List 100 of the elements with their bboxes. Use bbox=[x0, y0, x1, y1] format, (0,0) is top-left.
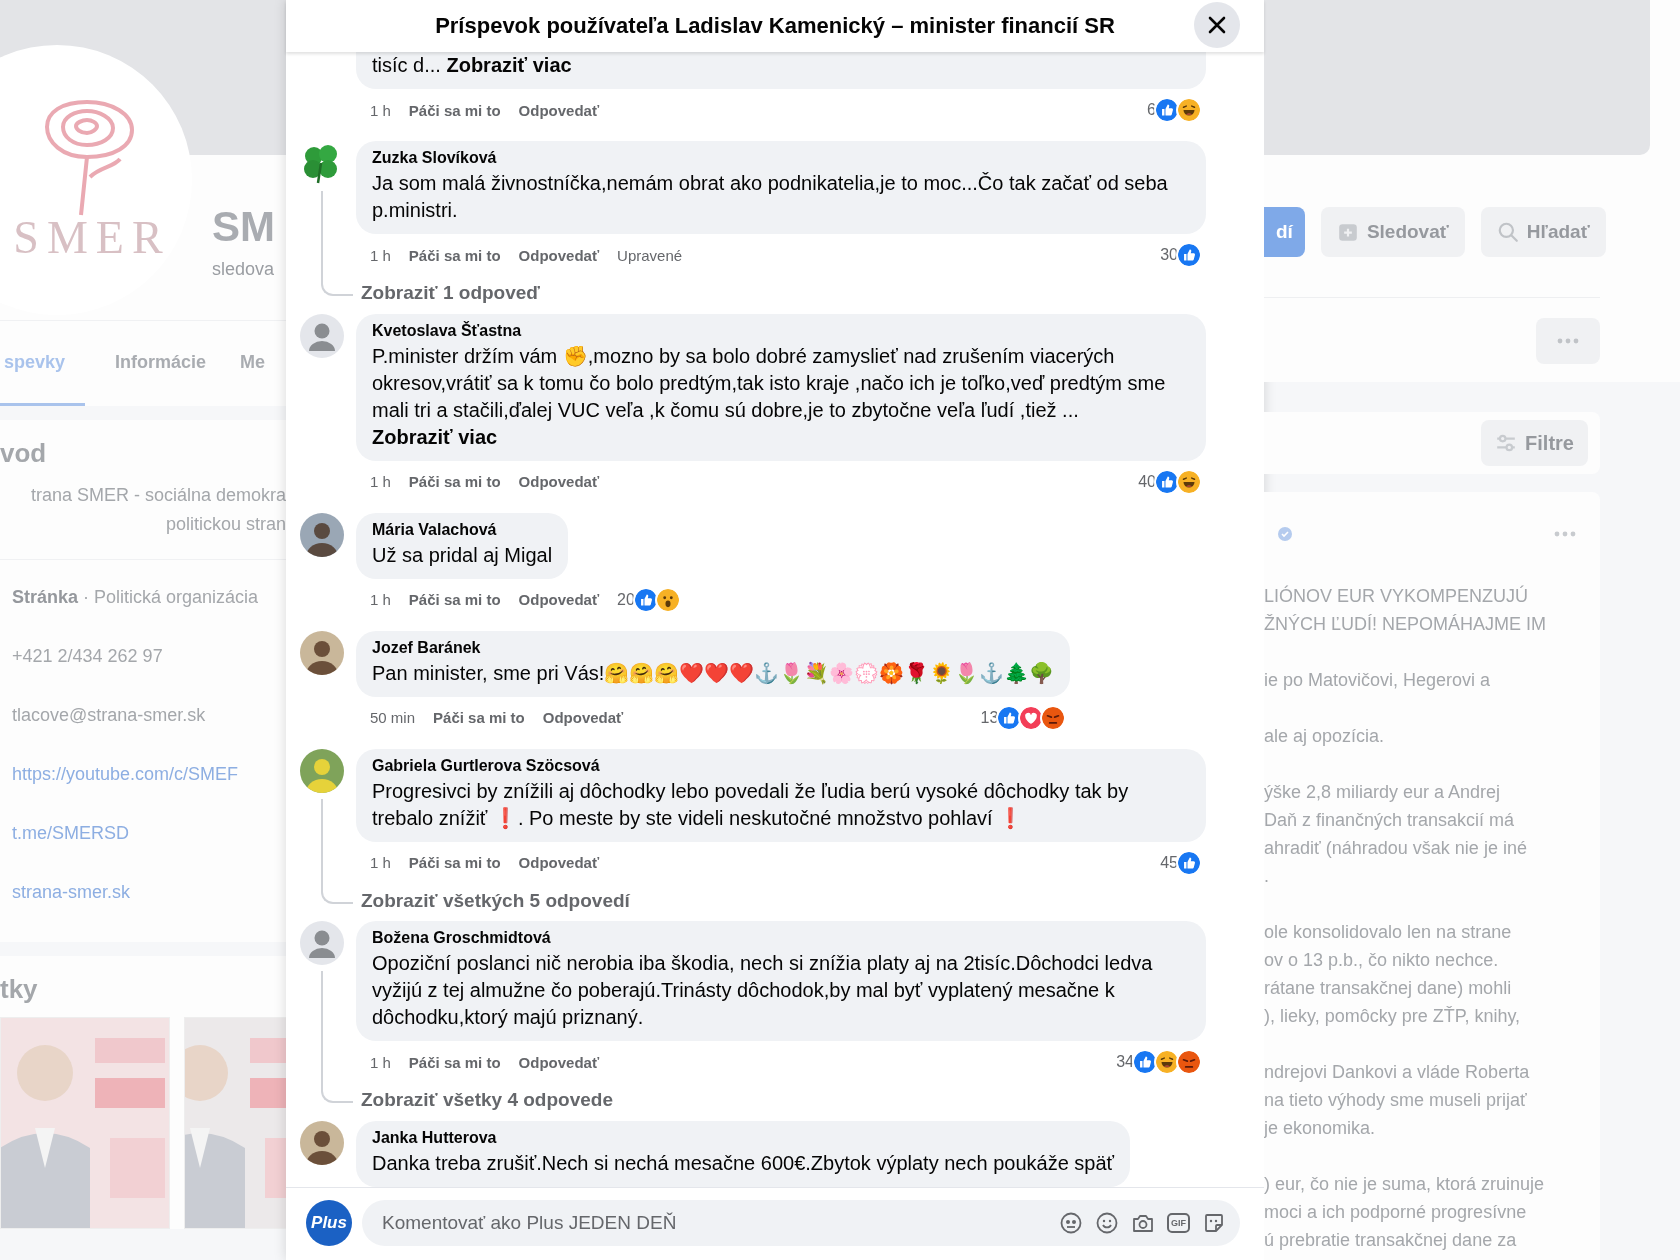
comment-time[interactable]: 1 h bbox=[370, 246, 391, 264]
followers-text: sledova bbox=[212, 259, 275, 280]
avatar-sticker-icon[interactable] bbox=[1059, 1211, 1083, 1235]
commenter-name[interactable]: Mária Valachová bbox=[372, 520, 553, 539]
reaction-count[interactable]: 6 bbox=[1147, 101, 1156, 119]
post-text: ahradiť (náhradou však nie je iné bbox=[1264, 837, 1528, 860]
angry-reaction-icon bbox=[1176, 1049, 1202, 1076]
view-replies-link[interactable]: Zobraziť všetky 4 odpovede bbox=[361, 1089, 613, 1112]
surprised-reaction-icon bbox=[654, 586, 681, 613]
comment-text: P.minister držím vám ✊,mozno by sa bolo dobré zamyslieť nad zrušením viacerých okresov,vrátiť sa k tomu čo bolo predtým,tak isto kraje ,načo ich je toľko,veď predtým sme mali tri a stačili,ďalej VUC veľa ,k čomu sú dobre,je to zbytočne veľa ľudí ,tiež ... Zobraziť viac bbox=[372, 343, 1167, 450]
commenter-name[interactable]: Božena Groschmidtová bbox=[372, 929, 1190, 948]
like-link[interactable]: Páči sa mi to bbox=[433, 709, 525, 727]
sticker-icon[interactable] bbox=[1202, 1211, 1226, 1235]
info-text: +421 2/434 262 97 bbox=[12, 645, 164, 668]
reaction-count[interactable]: 30 bbox=[1160, 246, 1178, 264]
avatar-icon[interactable] bbox=[300, 1121, 344, 1165]
post-text: ŽNÝCH ĽUDÍ! NEPOMÁHAJME IM bbox=[1264, 613, 1548, 636]
like-link[interactable]: Páči sa mi to bbox=[408, 854, 501, 872]
post-text: ale aj opozícia. bbox=[1264, 725, 1386, 748]
post-text: . bbox=[1264, 865, 1270, 888]
post-text: ie po Matovičovi, Hegerovi a bbox=[1264, 669, 1492, 692]
reply-link[interactable]: Odpovedať bbox=[518, 473, 600, 491]
reply-link[interactable]: Odpovedať bbox=[518, 1053, 600, 1071]
reaction-count[interactable]: 34 bbox=[1116, 1053, 1134, 1072]
view-replies-link[interactable]: Zobraziť všetkých 5 odpovedí bbox=[361, 889, 630, 912]
comment-text: Danka treba zrušiť.Nech si nechá mesačne 600€.Zbytok výplaty nech poukáže späť bbox=[372, 1151, 1115, 1176]
dialog-title: Príspevok používateľa Ladislav Kamenický – minister financií SR bbox=[434, 11, 1116, 39]
post-text: moci a ich podporné progresívne bbox=[1264, 1201, 1528, 1224]
sliders-icon bbox=[1495, 432, 1518, 454]
post-text: ole konsolidovalo len na strane bbox=[1264, 921, 1513, 944]
verified-icon bbox=[1278, 527, 1292, 541]
reply-link[interactable]: Odpovedať bbox=[518, 101, 600, 119]
avatar-icon[interactable] bbox=[300, 630, 344, 675]
gif-button[interactable]: GIF bbox=[1167, 1213, 1190, 1233]
laughing-reaction-icon bbox=[1154, 1049, 1180, 1076]
like-reaction-icon bbox=[632, 586, 659, 613]
post-text: ), lieky, pomôcky pre ZŤP, knihy, bbox=[1264, 1005, 1522, 1028]
reply-link[interactable]: Odpovedať bbox=[518, 246, 600, 264]
intro-text: trana SMER - sociálna demokra bbox=[30, 484, 286, 507]
close-icon bbox=[1207, 15, 1227, 35]
comment-text: Progresivci by znížili aj dôchodky lebo povedali že ľudia berú vysoké dôchodky tak by trebalo znížiť ❗. Po meste by ste videli neskutočné množstvo pohlaví ❗ bbox=[372, 778, 1130, 831]
emoji-icon[interactable] bbox=[1095, 1211, 1119, 1235]
comment-text: Pan minister, sme pri Vás!🤗🤗🤗❤❤❤⚓🌷💐🌸💮🏵🌹🌻🌷⚓🌲🌳 bbox=[372, 660, 1055, 687]
post-text: Daň z finančných transakcií má bbox=[1264, 809, 1516, 832]
edited-label: Upravené bbox=[617, 246, 683, 264]
like-link[interactable]: Páči sa mi to bbox=[408, 591, 501, 609]
like-reaction-icon bbox=[1176, 849, 1202, 876]
post-text: je ekonomika. bbox=[1264, 1117, 1377, 1140]
post-text: LIÓNOV EUR VYKOMPENZUJÚ bbox=[1264, 584, 1530, 608]
like-reaction-icon bbox=[1154, 97, 1180, 123]
like-reaction-icon bbox=[1176, 242, 1202, 268]
reaction-count[interactable]: 45 bbox=[1160, 853, 1178, 872]
post-text: ýške 2,8 miliardy eur a Andrej bbox=[1264, 781, 1502, 804]
search-icon bbox=[1496, 221, 1519, 243]
section-title: vod bbox=[0, 437, 48, 470]
comment-time[interactable]: 50 min bbox=[370, 709, 416, 727]
post-text: rátane transakčnej dane) mohli bbox=[1264, 977, 1513, 1000]
reaction-count[interactable]: 20 bbox=[617, 590, 635, 609]
post-text: ) eur, čo nie je suma, ktorá zruinuje bbox=[1264, 1173, 1546, 1196]
avatar-icon[interactable] bbox=[300, 512, 344, 557]
reply-link[interactable]: Odpovedať bbox=[518, 854, 600, 872]
see-more-link[interactable]: Zobraziť viac bbox=[372, 425, 498, 448]
angry-reaction-icon bbox=[1040, 704, 1067, 731]
commenter-name[interactable]: Janka Hutterova bbox=[372, 1129, 1115, 1147]
post-text: ú prebratie transakčnej dane za bbox=[1264, 1229, 1518, 1252]
laughing-reaction-icon bbox=[1176, 97, 1202, 123]
comment-time[interactable]: 1 h bbox=[370, 101, 391, 119]
logo-text: SMER bbox=[13, 210, 171, 264]
page-name: SM bbox=[212, 203, 275, 251]
like-link[interactable]: Páči sa mi to bbox=[408, 473, 501, 491]
like-reaction-icon bbox=[1154, 468, 1180, 495]
like-reaction-icon bbox=[1132, 1049, 1158, 1076]
comment-text: Ja som malá živnostníčka,nemám obrat ako podnikatelia,je to moc...Čo tak začať od seba p.ministri. bbox=[372, 171, 1169, 223]
commenter-name[interactable]: Kvetoslava Šťastna bbox=[372, 321, 1190, 340]
info-text: Stránka · Politická organizácia bbox=[12, 586, 260, 609]
laughing-reaction-icon bbox=[1176, 468, 1202, 495]
comment-text: Už sa pridal aj Migal bbox=[372, 542, 553, 568]
reply-link[interactable]: Odpovedať bbox=[518, 591, 600, 609]
post-text: ndrejovi Dankovi a vláde Roberta bbox=[1264, 1061, 1531, 1084]
like-link[interactable]: Páči sa mi to bbox=[408, 246, 501, 264]
intro-text: politickou stran bbox=[165, 513, 286, 536]
logo: Plus bbox=[306, 1200, 352, 1246]
reaction-count[interactable]: 40 bbox=[1138, 472, 1156, 491]
like-link[interactable]: Páči sa mi to bbox=[408, 101, 501, 119]
commenter-name[interactable]: Gabriela Gurtlerova Szöcsová bbox=[372, 756, 1190, 775]
like-link[interactable]: Páči sa mi to bbox=[408, 1053, 501, 1071]
close-button[interactable] bbox=[1194, 2, 1240, 48]
comment-time[interactable]: 1 h bbox=[370, 473, 391, 491]
more-icon bbox=[1557, 338, 1579, 344]
comment-text: tisíc d... Zobraziť viac bbox=[372, 53, 573, 78]
section-title: tky bbox=[0, 973, 39, 1006]
comment-time[interactable]: 1 h bbox=[370, 1053, 391, 1071]
comment-time[interactable]: 1 h bbox=[370, 854, 391, 872]
commenter-name[interactable]: Zuzka Slovíková bbox=[372, 149, 1190, 167]
comment-time[interactable]: 1 h bbox=[370, 591, 391, 609]
reply-link[interactable]: Odpovedať bbox=[542, 709, 624, 727]
see-more-link[interactable]: Zobraziť viac bbox=[446, 54, 572, 76]
view-replies-link[interactable]: Zobraziť 1 odpoveď bbox=[361, 282, 540, 304]
commenter-name[interactable]: Jozef Baránek bbox=[372, 638, 1055, 657]
comment-field[interactable]: Komentovať ako Plus JEDEN DEŇ GIF bbox=[362, 1200, 1240, 1246]
